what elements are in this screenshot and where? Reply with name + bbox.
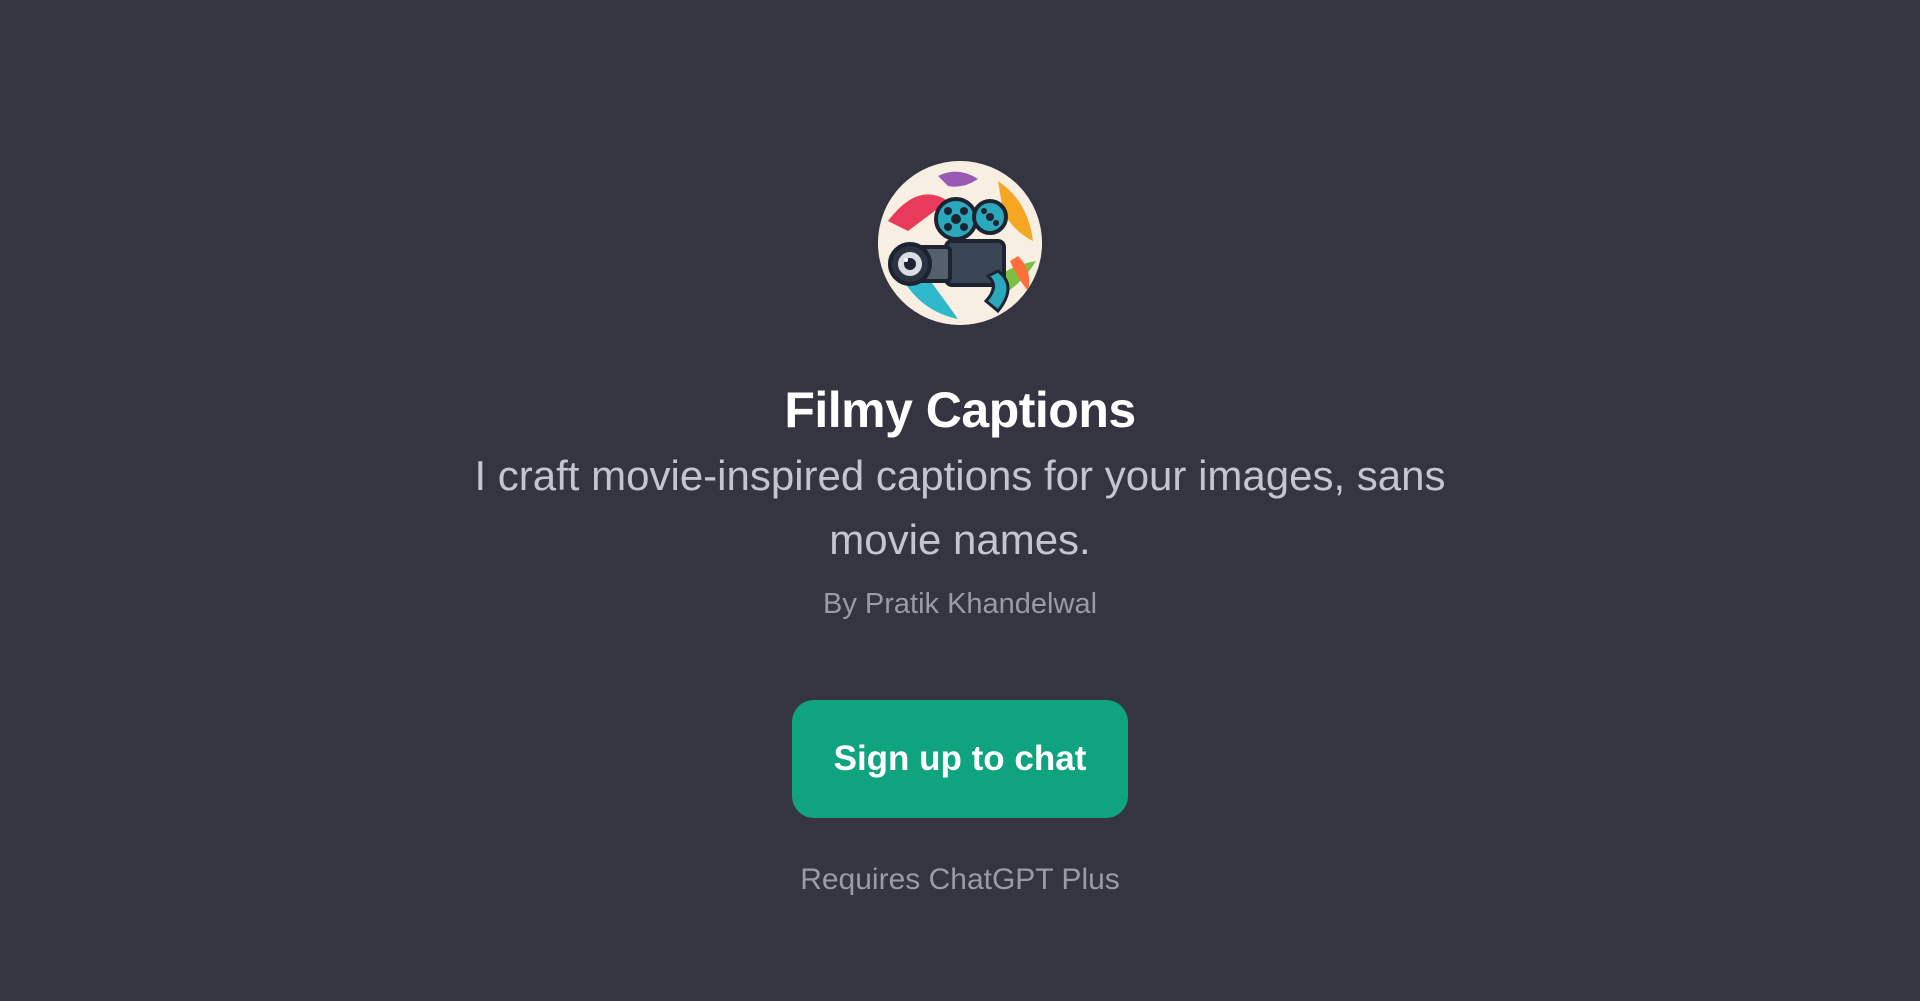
sign-up-button[interactable]: Sign up to chat: [792, 700, 1128, 818]
gpt-description: I craft movie-inspired captions for your…: [474, 452, 1446, 563]
gpt-avatar: [878, 161, 1042, 325]
gpt-landing-page: Filmy Captions I craft movie-inspired ca…: [0, 0, 1920, 1001]
film-camera-icon: [878, 161, 1042, 325]
plan-requirement-note: Requires ChatGPT Plus: [800, 863, 1120, 896]
gpt-author: By Pratik Khandelwal: [822, 588, 1098, 620]
gpt-title: Filmy Captions: [784, 382, 1136, 438]
